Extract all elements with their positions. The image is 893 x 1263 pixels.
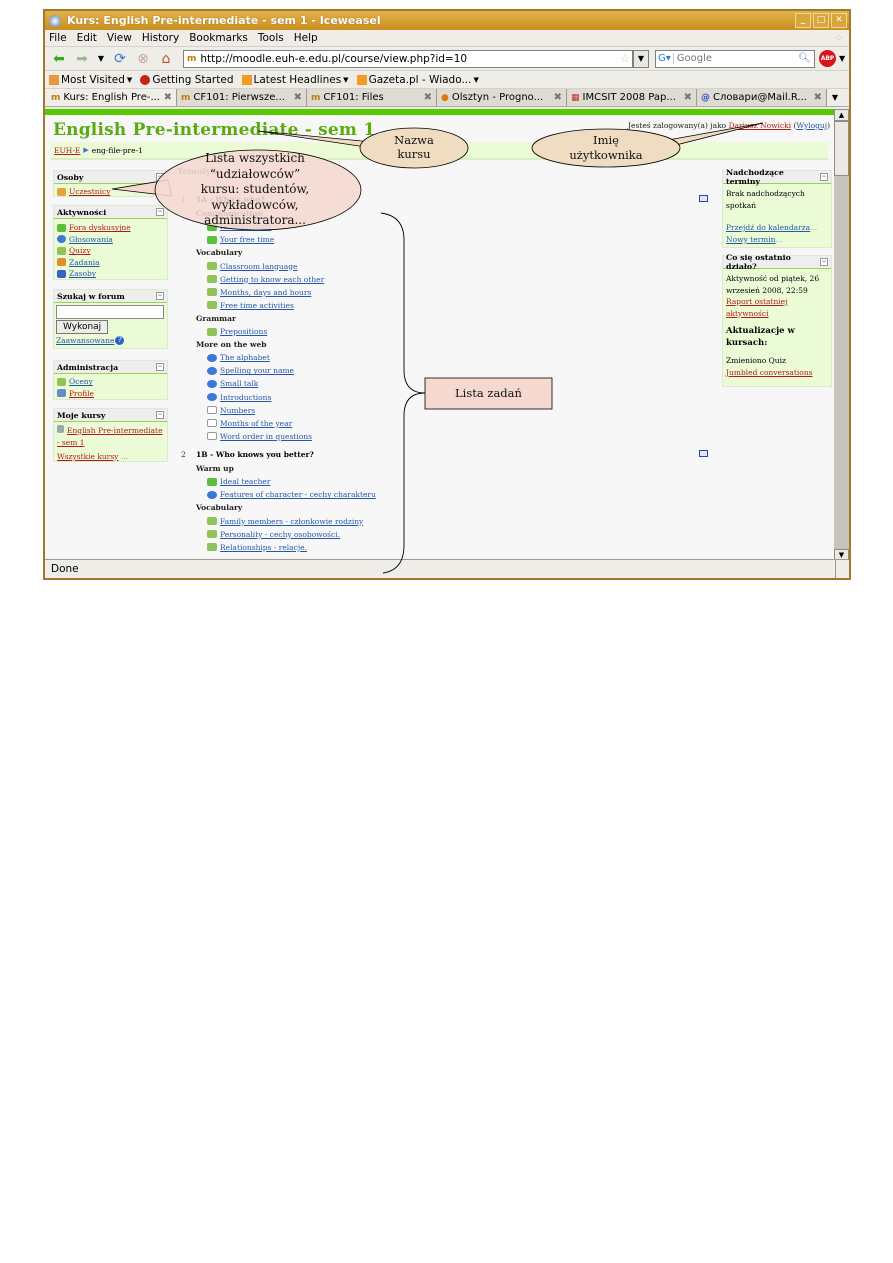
task-list-brace — [380, 212, 426, 574]
annotation-overlay — [111, 122, 764, 574]
course-name-callout: Nazwa kursu — [394, 133, 434, 161]
participants-callout: Lista wszystkich “udziałowców” kursu: st… — [200, 151, 310, 227]
user-name-callout-pointer — [667, 122, 764, 147]
task-list-callout: Lista zadań — [455, 386, 522, 400]
user-name-callout: Imię użytkownika — [569, 133, 643, 162]
course-name-callout-pointer — [257, 130, 373, 148]
